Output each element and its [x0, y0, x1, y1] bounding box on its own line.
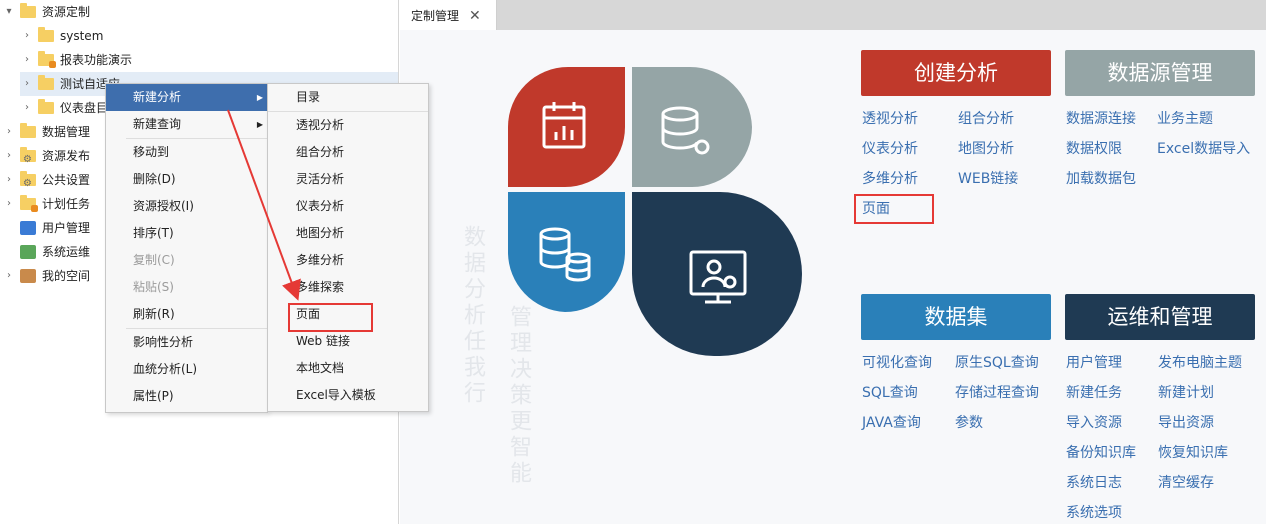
annotation-arrow — [227, 109, 301, 301]
